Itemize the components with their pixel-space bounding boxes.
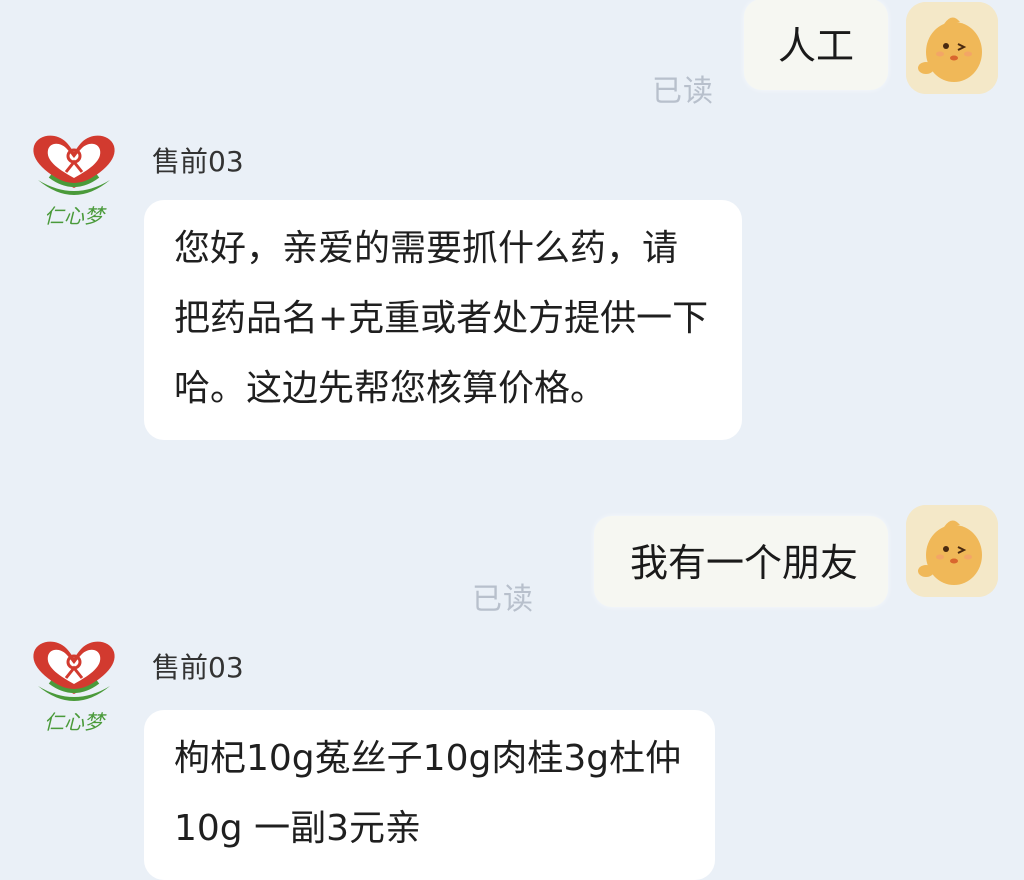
message-bubble[interactable]: 人工 [743, 0, 888, 90]
message-line: 哈。这边先帮您核算价格。 [174, 368, 607, 409]
message-line: 10g 一副3元亲 [174, 808, 422, 849]
cartoon-chick-waving-icon [906, 504, 998, 597]
shop-logo-text: 仁心梦 [44, 710, 104, 734]
read-receipt: 已读 [652, 74, 714, 109]
shop-logo-text: 仁心梦 [44, 204, 104, 228]
message-bubble[interactable]: 枸杞10g菟丝子10g肉桂3g杜仲 10g 一副3元亲 [144, 710, 716, 880]
message-line: 您好，亲爱的需要抓什么药，请 [174, 228, 679, 269]
cartoon-chick-waving-icon [906, 2, 998, 94]
user-avatar[interactable] [906, 504, 998, 597]
message-line: 把药品名+克重或者处方提供一下 [174, 298, 709, 339]
read-receipt: 已读 [472, 582, 534, 617]
message-line: 枸杞10g菟丝子10g肉桂3g杜仲 [174, 738, 682, 779]
message-bubble[interactable]: 您好，亲爱的需要抓什么药，请 把药品名+克重或者处方提供一下 哈。这边先帮您核算… [144, 200, 743, 440]
shop-avatar[interactable]: 仁心梦 [26, 130, 122, 230]
chat-area: 已读 人工 仁心梦 售前03 您好，亲爱的需要抓什么药，请 把药品名+克重或者处… [0, 0, 1024, 880]
message-bubble[interactable]: 我有一个朋友 [593, 516, 888, 607]
user-avatar[interactable] [906, 2, 998, 94]
shop-avatar[interactable]: 仁心梦 [26, 636, 122, 736]
outgoing-message: 人工 [743, 0, 998, 94]
outgoing-message: 我有一个朋友 [593, 494, 998, 607]
sender-name: 售前03 [152, 651, 244, 684]
sender-name: 售前03 [152, 145, 244, 178]
